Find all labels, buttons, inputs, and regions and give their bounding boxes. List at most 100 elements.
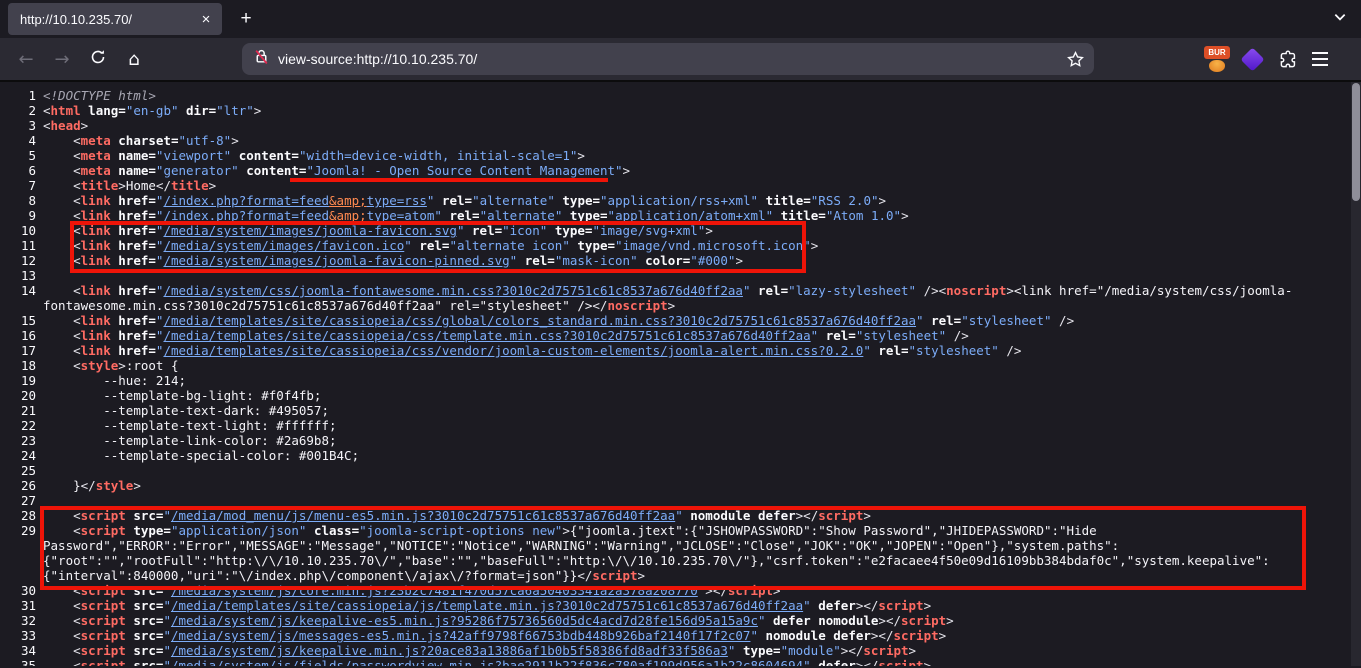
bookmark-star-icon[interactable] [1067, 51, 1084, 68]
source-link[interactable]: /index.php?format=feed [163, 208, 329, 223]
source-token: > [118, 178, 126, 193]
line-number: 18 [0, 358, 36, 373]
source-link[interactable]: /media/templates/site/cassiopeia/css/glo… [163, 313, 916, 328]
scrollbar-track[interactable] [1351, 82, 1361, 666]
source-line: 14 <link href="/media/system/css/joomla-… [0, 283, 1361, 313]
source-link[interactable]: /media/system/js/fields/passwordview.min… [171, 658, 803, 666]
source-token [924, 313, 932, 328]
source-link[interactable]: /media/templates/site/cassiopeia/js/temp… [171, 598, 803, 613]
source-token [916, 283, 924, 298]
home-button[interactable]: ⌂ [118, 43, 150, 75]
source-token: ></ [841, 643, 864, 658]
purple-diamond-extension-icon[interactable] [1240, 47, 1264, 71]
tab-close-icon[interactable]: × [196, 9, 216, 29]
source-token: " [163, 658, 171, 666]
source-code-text [43, 493, 1361, 508]
source-link[interactable]: /index.php?format=feed [163, 193, 329, 208]
source-line: 23 --template-link-color: #2a69b8; [0, 433, 1361, 448]
source-token: > [577, 148, 585, 163]
source-link[interactable]: /media/system/js/core.min.js?23b2c7481f4… [171, 583, 698, 598]
source-link[interactable]: /media/system/images/favicon.ico [163, 238, 404, 253]
source-line: 18 <style>:root { [0, 358, 1361, 373]
source-token: > [623, 163, 631, 178]
source-token: < [73, 133, 81, 148]
source-token [306, 523, 314, 538]
source-token: rel= [525, 253, 555, 268]
source-token: < [73, 148, 81, 163]
source-link[interactable]: /media/system/js/keepalive-es5.min.js?95… [171, 613, 758, 628]
source-code-text: <!DOCTYPE html> [43, 88, 1361, 103]
forward-button[interactable]: → [46, 43, 78, 75]
list-all-tabs-button[interactable] [1333, 10, 1347, 29]
source-token: "application/rss+xml" [600, 193, 758, 208]
source-link[interactable]: /media/templates/site/cassiopeia/css/tem… [163, 328, 810, 343]
source-link[interactable]: /media/templates/site/cassiopeia/css/ven… [163, 343, 863, 358]
source-token: rel= [442, 193, 472, 208]
source-token: " [163, 613, 171, 628]
foxyproxy-burp-extension-icon[interactable]: BUR [1204, 46, 1230, 72]
source-code-text: <script src="/media/system/js/fields/pas… [43, 658, 1361, 666]
source-token: html [51, 103, 81, 118]
source-code-text: --hue: 214; [43, 373, 1361, 388]
source-link[interactable]: /media/system/js/keepalive.min.js?20ace8… [171, 643, 728, 658]
source-token: > [735, 253, 743, 268]
new-tab-button[interactable]: + [232, 5, 260, 33]
source-token: rel= [419, 238, 449, 253]
source-token [946, 328, 954, 343]
source-token: script [893, 628, 938, 643]
scrollbar-thumb[interactable] [1352, 83, 1360, 201]
back-button[interactable]: ← [10, 43, 42, 75]
source-token [562, 208, 570, 223]
source-token: < [73, 283, 81, 298]
source-token: "application/json" [171, 523, 306, 538]
source-token: script [728, 583, 773, 598]
source-token: "application/atom+xml" [608, 208, 774, 223]
source-token: name= [118, 148, 156, 163]
source-line: 15 <link href="/media/templates/site/cas… [0, 313, 1361, 328]
source-code-text: <link href="/media/templates/site/cassio… [43, 313, 1361, 328]
source-code-text: <title>Home</title> [43, 178, 1361, 193]
source-token: title [81, 178, 119, 193]
source-line: 33 <script src="/media/system/js/message… [0, 628, 1361, 643]
extensions-puzzle-icon[interactable] [1279, 50, 1298, 69]
reload-button[interactable] [82, 43, 114, 75]
source-token: "image/vnd.microsoft.icon" [615, 238, 811, 253]
url-bar[interactable]: view-source:http://10.10.235.70/ [242, 43, 1094, 75]
line-number: 6 [0, 163, 36, 178]
fox-icon [1209, 60, 1225, 72]
source-line: 24 --template-special-color: #001B4C; [0, 448, 1361, 463]
source-token: "#000" [690, 253, 735, 268]
reload-icon [90, 49, 106, 70]
source-token: "module" [781, 643, 841, 658]
source-token: script [81, 643, 126, 658]
source-link[interactable]: /media/mod_menu/js/menu-es5.min.js?3010c… [171, 508, 675, 523]
source-token: meta [81, 148, 111, 163]
line-number: 24 [0, 448, 36, 463]
source-token: script [81, 613, 126, 628]
source-code-text: <script src="/media/mod_menu/js/menu-es5… [43, 508, 1361, 523]
source-line: 29 <script type="application/json" class… [0, 523, 1361, 583]
source-code-text: <head> [43, 118, 1361, 133]
browser-tab[interactable]: http://10.10.235.70/ × [8, 3, 222, 35]
insecure-lock-icon[interactable] [254, 48, 269, 70]
line-number: 7 [0, 178, 36, 193]
source-token: script [901, 613, 946, 628]
source-token: "mask-icon" [555, 253, 638, 268]
source-token: name= [118, 163, 156, 178]
source-token: > [939, 628, 947, 643]
source-link[interactable]: type=atom [367, 208, 435, 223]
source-link[interactable]: /media/system/js/messages-es5.min.js?42a… [171, 628, 750, 643]
source-token: > [668, 298, 676, 313]
source-token: " [163, 583, 171, 598]
source-link[interactable]: /media/system/images/joomla-favicon.svg [163, 223, 457, 238]
source-token: color= [645, 253, 690, 268]
source-token: type= [570, 208, 608, 223]
url-text[interactable]: view-source:http://10.10.235.70/ [278, 51, 1067, 67]
source-token: --template-text-dark: #495057; [103, 403, 329, 418]
source-link[interactable]: /media/system/css/joomla-fontawesome.min… [163, 283, 742, 298]
hamburger-menu-icon[interactable] [1312, 52, 1328, 66]
source-link[interactable]: type=rss [367, 193, 427, 208]
source-link[interactable]: /media/system/images/joomla-favicon-pinn… [163, 253, 509, 268]
source-token: " [863, 343, 871, 358]
source-token: style [96, 478, 134, 493]
